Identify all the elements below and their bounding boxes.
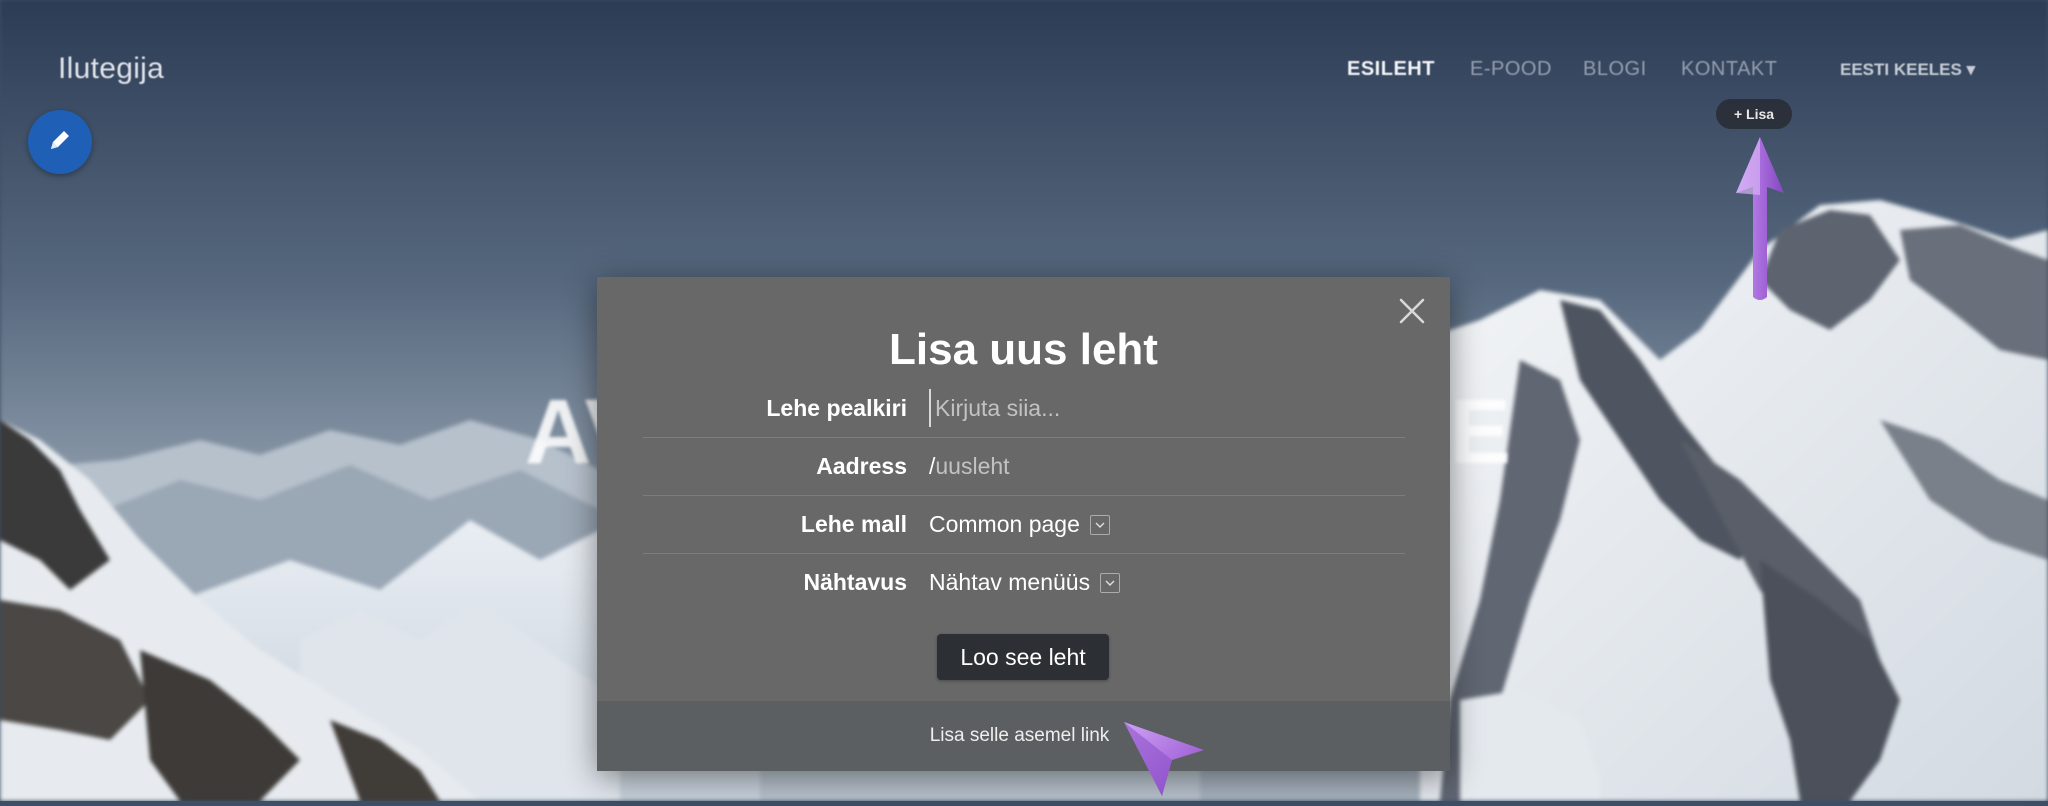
address-field[interactable]: /uusleht	[929, 453, 1010, 480]
page-title-label: Lehe pealkiri	[766, 395, 907, 421]
language-selector[interactable]: EESTI KEELES ▾	[1840, 60, 1975, 80]
dialog-title: Lisa uus leht	[889, 325, 1158, 374]
page-title-row: Lehe pealkiri	[643, 379, 1405, 438]
add-page-button[interactable]: + Lisa	[1716, 99, 1792, 129]
nav-item-kontakt[interactable]: KONTAKT	[1681, 58, 1777, 81]
address-row: Aadress /uusleht	[643, 437, 1405, 496]
create-page-button[interactable]: Loo see leht	[937, 634, 1109, 680]
add-link-instead-link[interactable]: Lisa selle asemel link	[930, 725, 1110, 747]
new-page-dialog: Lisa uus leht Lehe pealkiri Aadress /uus…	[597, 277, 1450, 771]
main-nav: ESILEHT E-POOD BLOGI KONTAKT	[0, 58, 2048, 88]
visibility-row: Nähtavus Nähtav menüüs	[643, 553, 1405, 611]
nav-item-blogi[interactable]: BLOGI	[1583, 58, 1647, 81]
visibility-label: Nähtavus	[803, 569, 907, 595]
close-icon[interactable]	[1396, 295, 1428, 327]
page-title-input[interactable]	[929, 389, 1377, 427]
template-select[interactable]: Common page	[929, 511, 1110, 538]
address-slug: uusleht	[935, 453, 1010, 479]
template-label: Lehe mall	[800, 511, 907, 537]
chevron-down-icon[interactable]	[1089, 514, 1110, 535]
annotation-cursor-arrow-icon	[1118, 716, 1208, 806]
annotation-arrow-up-icon	[1730, 135, 1790, 310]
chevron-down-icon[interactable]	[1100, 572, 1121, 593]
dialog-footer: Lisa selle asemel link	[597, 701, 1450, 771]
nav-item-e-pood[interactable]: E-POOD	[1470, 58, 1552, 81]
visibility-select[interactable]: Nähtav menüüs	[929, 569, 1121, 596]
template-value: Common page	[929, 511, 1080, 537]
pencil-icon	[45, 125, 75, 160]
nav-item-esileht[interactable]: ESILEHT	[1347, 58, 1435, 81]
visibility-value: Nähtav menüüs	[929, 569, 1091, 595]
template-row: Lehe mall Common page	[643, 495, 1405, 554]
edit-button[interactable]	[28, 110, 92, 174]
address-label: Aadress	[816, 453, 907, 479]
